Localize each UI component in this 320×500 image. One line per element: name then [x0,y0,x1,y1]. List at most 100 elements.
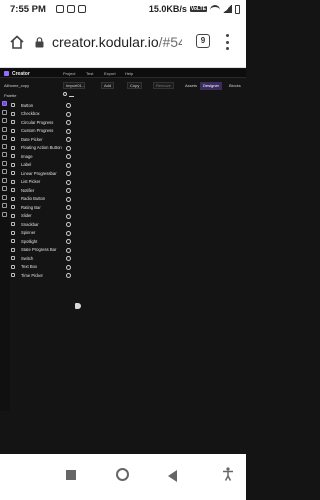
menu-project[interactable]: Project [63,71,75,76]
palette-item-custom-progress[interactable]: Custom Progress [10,127,72,136]
palette-item-text-box[interactable]: Text Box [10,263,72,272]
info-icon[interactable] [66,137,71,142]
project-name: Allhome_copy [4,83,30,88]
calendar-icon [11,137,15,141]
tab-assets[interactable]: Assets [182,82,200,90]
accessibility-icon[interactable] [222,467,234,481]
back-icon[interactable] [168,470,177,482]
screen-select[interactable]: Import01... [63,82,85,89]
category-google-icon[interactable] [2,178,7,183]
designer-toolbar: Allhome_copy Import01... Add Copy Remove… [0,82,246,90]
spinner-icon [11,230,15,235]
search-icon[interactable] [63,92,74,98]
image-icon [11,154,15,158]
palette-item-floating-action-button[interactable]: Floating Action Button [10,144,72,153]
palette-item-list-picker[interactable]: List Picker [10,178,72,187]
home-circle-icon[interactable] [116,468,129,481]
info-icon[interactable] [66,188,71,193]
palette-item-circular-progress[interactable]: Circular Progress [10,118,72,127]
palette-title: Palette [4,93,17,98]
category-layout-icon[interactable] [2,110,7,115]
info-icon[interactable] [66,171,71,176]
palette-item-linear-progressbar[interactable]: Linear Progressbar [10,169,72,178]
menu-help[interactable]: Help [125,71,133,76]
lock-icon[interactable] [35,37,44,48]
palette-item-rating-bar[interactable]: Rating Bar [10,203,72,212]
info-icon[interactable] [66,239,71,244]
snackbar-icon [11,222,15,226]
palette-item-state-progress-bar[interactable]: State Progress Bar [10,246,72,255]
label-icon [11,162,15,167]
list-icon [11,179,15,184]
category-media-icon[interactable] [2,118,7,123]
palette-item-spotlight[interactable]: Spotlight [10,237,72,246]
url-field[interactable]: creator.kodular.io/#549594 [52,34,182,50]
category-drawing-icon[interactable] [2,127,7,132]
category-storage-icon[interactable] [2,161,7,166]
category-sensors-icon[interactable] [2,144,7,149]
category-user-interface-icon[interactable] [2,101,7,106]
home-icon[interactable] [10,35,24,49]
palette-item-radio-button[interactable]: Radio Button [10,195,72,204]
url-path: /#549594 [158,34,182,50]
url-domain: creator.kodular.io [52,34,159,50]
copy-screen-button[interactable]: Copy [127,82,143,89]
top-nav: Creator Project Test Export Help [0,69,246,78]
info-icon[interactable] [66,154,71,159]
wifi-icon [210,5,220,13]
category-monetization-icon[interactable] [2,186,7,191]
viewer-tab-icon[interactable] [75,303,81,309]
info-icon[interactable] [66,162,71,168]
info-icon[interactable] [66,120,71,125]
palette-item-button[interactable]: Button [10,101,72,110]
checkbox-icon [11,111,15,116]
palette-item-switch[interactable]: Switch [10,254,72,263]
palette-item-image[interactable]: Image [10,152,72,161]
info-icon[interactable] [66,222,71,227]
palette-item-slider[interactable]: Slider [10,212,72,221]
palette-item-time-picker[interactable]: Time Picker [10,271,72,280]
category-connectivity-icon[interactable] [2,169,7,174]
palette-item-label[interactable]: Label [10,161,72,170]
palette-panel: Palette Button Checkbox Circular Progres… [0,92,74,413]
overflow-menu-icon[interactable] [226,34,230,50]
info-icon[interactable] [66,205,71,210]
tab-blocks[interactable]: Blocks [226,82,244,90]
palette-item-spinner[interactable]: Spinner [10,229,72,238]
palette-category-bar [0,101,10,411]
info-icon[interactable] [66,196,71,202]
tab-designer[interactable]: Designer [200,82,223,90]
info-icon[interactable] [66,247,71,253]
category-firebase-icon[interactable] [2,195,7,200]
tab-switcher-button[interactable]: 9 [196,34,210,48]
category-maps-icon[interactable] [2,135,7,140]
volte-badge: VoLTE [189,6,207,12]
info-icon[interactable] [66,213,71,219]
category-lego-icon[interactable] [2,203,7,208]
palette-item-date-picker[interactable]: Date Picker [10,135,72,144]
notification-icon [56,5,64,13]
menu-export[interactable]: Export [104,71,116,76]
palette-item-checkbox[interactable]: Checkbox [10,110,72,119]
info-icon[interactable] [66,128,71,134]
info-icon[interactable] [66,230,71,236]
button-icon [11,103,15,107]
category-extensions-icon[interactable] [2,212,7,217]
net-speed: 15.0KB/s [148,4,187,14]
status-time: 7:55 PM [10,4,46,15]
info-icon[interactable] [66,111,71,117]
palette-item-snackbar[interactable]: Snackbar [10,220,72,229]
info-icon[interactable] [66,273,71,278]
recent-apps-icon[interactable] [66,470,76,480]
add-screen-button[interactable]: Add [101,82,115,89]
info-icon[interactable] [66,179,71,185]
menu-test[interactable]: Test [86,71,93,76]
info-icon[interactable] [66,103,71,108]
info-icon[interactable] [66,145,71,151]
category-social-icon[interactable] [2,152,7,157]
info-icon[interactable] [66,264,71,270]
info-icon[interactable] [66,256,71,261]
palette-item-notifier[interactable]: Notifier [10,186,72,195]
remove-screen-button[interactable]: Remove [153,82,174,89]
signal-icon [223,5,232,13]
